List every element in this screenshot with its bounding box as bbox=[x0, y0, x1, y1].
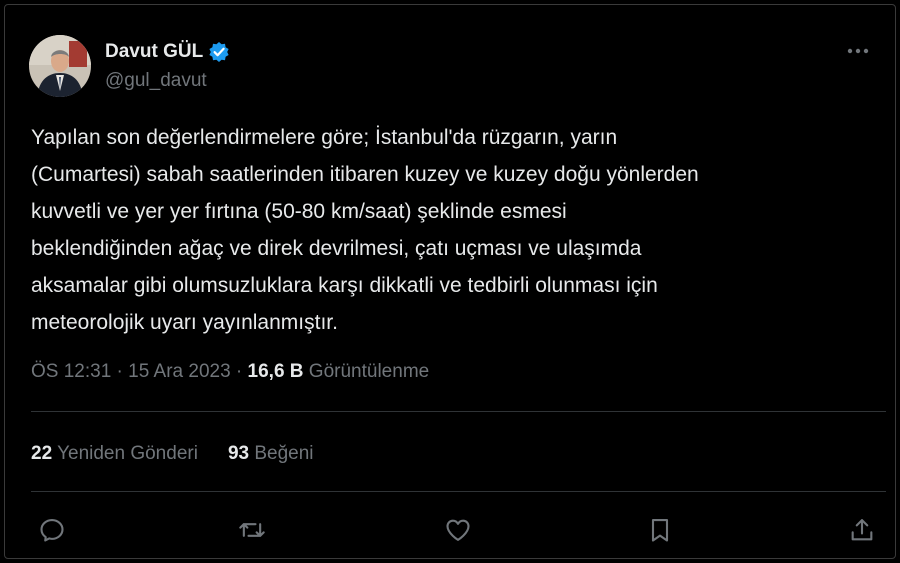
bookmark-icon bbox=[651, 519, 669, 542]
tweet-text: Yapılan son değerlendirmelere göre; İsta… bbox=[31, 126, 699, 334]
like-icon bbox=[446, 519, 470, 541]
reposts-stat[interactable]: 22 Yeniden Gönderi bbox=[31, 443, 198, 465]
likes-label: Beğeni bbox=[249, 443, 314, 464]
reply-button[interactable] bbox=[35, 513, 69, 547]
likes-count: 93 bbox=[227, 443, 250, 464]
user-info: Davut GÜL @gul_davut bbox=[105, 39, 230, 92]
reply-icon bbox=[40, 519, 64, 542]
action-bar bbox=[31, 513, 879, 549]
divider bbox=[31, 411, 886, 412]
like-button[interactable] bbox=[441, 513, 475, 547]
verified-badge-icon[interactable] bbox=[208, 41, 230, 63]
user-handle[interactable]: @gul_davut bbox=[105, 70, 230, 92]
tweet-meta: ÖS 12:31 · 15 Ara 2023 · 16,6 B Görüntül… bbox=[31, 361, 429, 383]
meta-separator: · bbox=[230, 361, 248, 382]
tweet-header: Davut GÜL @gul_davut bbox=[29, 35, 230, 99]
name-row: Davut GÜL bbox=[105, 39, 230, 65]
more-options-button[interactable] bbox=[843, 41, 873, 61]
views-count: 16,6 B bbox=[247, 361, 304, 382]
repost-button[interactable] bbox=[235, 513, 269, 547]
avatar[interactable] bbox=[29, 35, 91, 97]
tweet-date[interactable]: 15 Ara 2023 bbox=[128, 361, 230, 383]
meta-separator: · bbox=[111, 361, 129, 382]
reposts-count: 22 bbox=[31, 443, 53, 464]
bookmark-button[interactable] bbox=[643, 513, 677, 547]
tweet-time[interactable]: ÖS 12:31 bbox=[31, 361, 111, 383]
more-icon bbox=[847, 48, 869, 54]
divider bbox=[31, 491, 886, 492]
views-label: Görüntülenme bbox=[303, 361, 430, 382]
display-name[interactable]: Davut GÜL bbox=[105, 41, 203, 63]
reposts-label: Yeniden Gönderi bbox=[52, 443, 198, 464]
tweet-card: Davut GÜL @gul_davut Yapılan son değerle… bbox=[4, 4, 896, 559]
engagement-stats: 22 Yeniden Gönderi 93 Beğeni bbox=[31, 443, 314, 465]
likes-stat[interactable]: 93 Beğeni bbox=[228, 443, 314, 465]
repost-icon bbox=[239, 523, 265, 537]
share-button[interactable] bbox=[845, 513, 879, 547]
share-icon bbox=[851, 519, 873, 541]
profile-photo-icon bbox=[29, 35, 91, 97]
